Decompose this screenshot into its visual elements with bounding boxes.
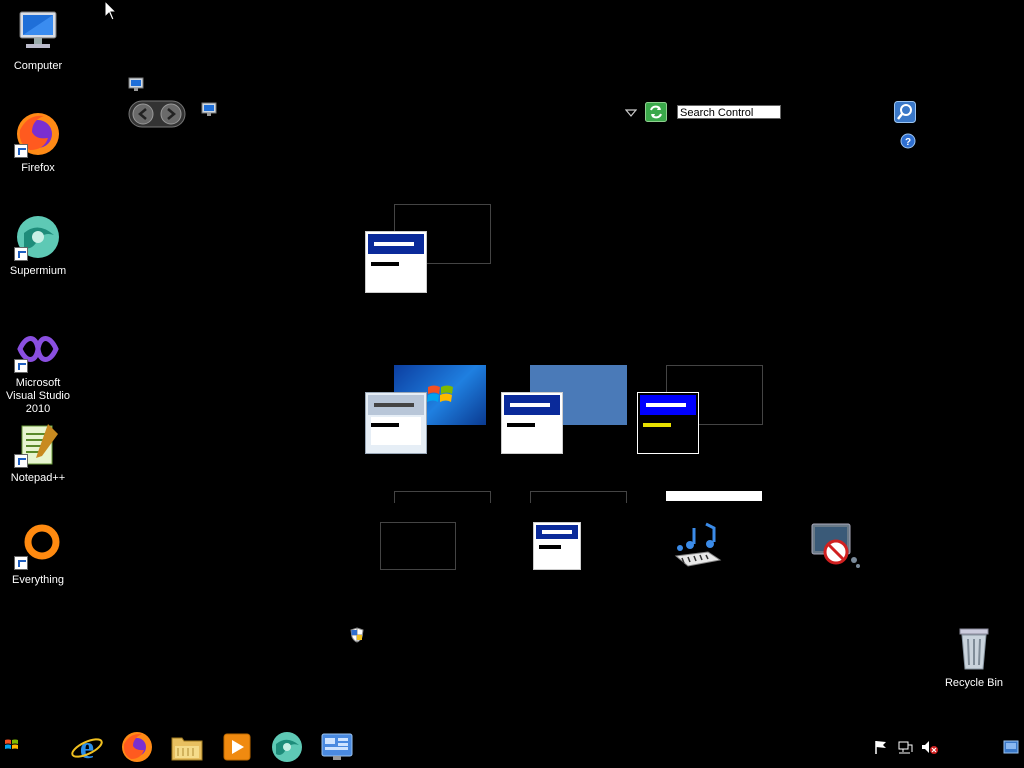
desktop-icon-label: Firefox (21, 162, 55, 174)
notepadpp-icon (14, 420, 62, 468)
search-icon[interactable] (894, 101, 916, 123)
search-input[interactable]: Search Control Panel (677, 105, 781, 133)
theme-window-preview (637, 392, 699, 454)
help-icon[interactable]: ? (900, 133, 916, 149)
recycle-bin-icon (950, 625, 998, 673)
svg-text:?: ? (905, 137, 911, 148)
show-desktop-icon[interactable] (1003, 740, 1019, 754)
window-color-option[interactable] (533, 522, 581, 570)
screen-saver-icon[interactable] (810, 522, 862, 570)
shortcut-arrow-icon (14, 359, 28, 373)
desktop-icon-computer[interactable]: Computer (0, 8, 76, 73)
shortcut-arrow-icon (14, 556, 28, 570)
supermium-icon (14, 213, 62, 261)
supermium-icon[interactable] (270, 730, 304, 764)
shortcut-arrow-icon (14, 144, 28, 158)
theme-thumbnail-high-contrast[interactable] (637, 365, 763, 455)
desktop-icon-recycle-bin[interactable]: Recycle Bin (936, 625, 1012, 690)
theme-thumbnail[interactable] (501, 365, 627, 455)
shortcut-arrow-icon (14, 454, 28, 468)
theme-thumbnail-windows7[interactable] (365, 365, 491, 455)
desktop-icon-label: Everything (12, 574, 64, 586)
back-button[interactable] (130, 102, 156, 126)
desktop-icon-supermium[interactable]: Supermium (0, 213, 76, 278)
desktop-icon-label: Computer (13, 60, 63, 72)
action-center-flag-icon[interactable] (873, 739, 889, 755)
control-panel-small-icon (128, 77, 144, 91)
desktop-background-option[interactable] (380, 522, 456, 570)
mouse-cursor (104, 0, 118, 21)
control-panel-icon[interactable] (320, 730, 354, 764)
desktop-icon-label: Microsoft Visual Studio 2010 (5, 377, 70, 415)
theme-thumbnail-partial[interactable] (666, 491, 762, 501)
theme-thumbnail-partial[interactable] (394, 491, 491, 503)
theme-thumbnail-partial[interactable] (530, 491, 627, 503)
theme-window-preview (501, 392, 563, 454)
desktop-icon-notepadpp[interactable]: Notepad++ (0, 420, 76, 485)
computer-icon (14, 8, 62, 56)
everything-search-icon (14, 522, 62, 570)
uac-shield-icon (350, 627, 364, 643)
desktop-icon-label: Supermium (9, 265, 67, 277)
shortcut-arrow-icon (14, 247, 28, 261)
arrow-left-icon (132, 103, 154, 125)
volume-muted-icon[interactable] (921, 739, 939, 755)
file-explorer-icon[interactable] (170, 730, 204, 764)
desktop-icon-everything[interactable]: Everything (0, 522, 76, 587)
theme-window-preview (365, 392, 427, 454)
theme-thumbnail[interactable] (365, 204, 491, 294)
desktop-icon-label: Notepad++ (10, 472, 66, 484)
internet-explorer-icon[interactable]: e (70, 730, 104, 764)
media-player-icon[interactable] (220, 730, 254, 764)
desktop-icon-firefox[interactable]: Firefox (0, 110, 76, 175)
nav-buttons (128, 100, 186, 128)
visual-studio-icon (14, 325, 62, 373)
address-dropdown-icon[interactable] (625, 108, 637, 118)
start-button-windows-icon[interactable] (4, 737, 20, 753)
firefox-icon[interactable] (120, 730, 154, 764)
network-icon[interactable] (897, 739, 913, 755)
firefox-icon (14, 110, 62, 158)
desktop-icon-label: Recycle Bin (944, 677, 1004, 689)
forward-button[interactable] (158, 102, 184, 126)
sounds-icon[interactable] (672, 522, 724, 568)
desktop-icon-visual-studio[interactable]: Microsoft Visual Studio 2010 (0, 325, 76, 416)
refresh-icon[interactable] (645, 102, 667, 122)
arrow-right-icon (160, 103, 182, 125)
breadcrumb-control-panel-icon[interactable] (201, 102, 217, 118)
theme-window-preview (365, 231, 427, 293)
svg-text:e: e (80, 730, 94, 764)
